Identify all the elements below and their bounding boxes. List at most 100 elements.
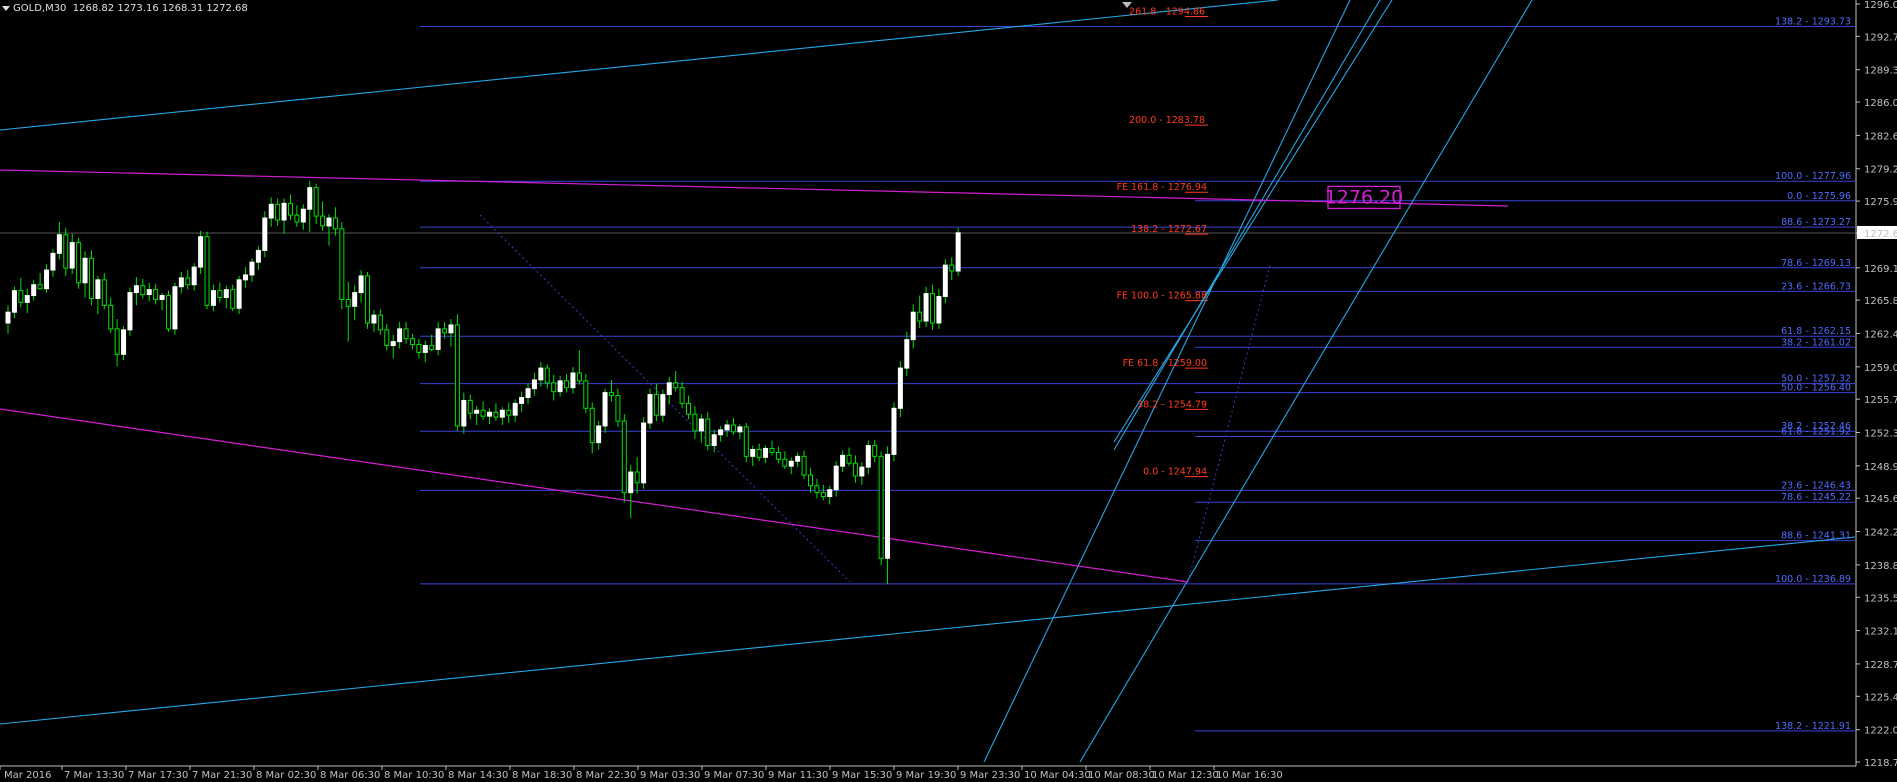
candle-body — [506, 409, 512, 416]
candle-body — [840, 454, 846, 467]
candle-body — [185, 277, 191, 286]
candle-body — [705, 418, 711, 447]
symbol-header: GOLD,M30 1268.82 1273.16 1268.31 1272.68 — [2, 3, 248, 14]
candle-body — [133, 285, 139, 294]
candle-body — [281, 202, 287, 221]
candle-body — [121, 329, 127, 355]
price-tick-label: 1286.03 — [1864, 98, 1897, 109]
fe-level-label: FE 100.0 - 1265.88 — [1117, 291, 1207, 302]
price-tick-label: 1252.33 — [1864, 429, 1897, 440]
candle-body — [531, 379, 537, 390]
price-tick-label: 1262.43 — [1864, 329, 1897, 340]
price-tick-label: 1279.23 — [1864, 165, 1897, 176]
candle-body — [435, 328, 441, 350]
candle-body — [750, 448, 756, 457]
candle-body — [865, 445, 871, 468]
candle-body — [448, 324, 454, 334]
candle-body — [551, 382, 557, 393]
price-tick-label: 1245.63 — [1864, 494, 1897, 505]
candle-body — [262, 217, 268, 251]
candle-body — [37, 284, 43, 290]
fib-level-label: 50.0 - 1256.40 — [1781, 383, 1851, 394]
candle-body — [474, 409, 480, 414]
candle-body — [499, 409, 505, 418]
candle-body — [153, 289, 159, 300]
candle-body — [801, 455, 807, 476]
candle-body — [724, 424, 730, 431]
candle-body — [538, 367, 544, 381]
candle-body — [454, 324, 460, 427]
price-tick-label: 1218.73 — [1864, 758, 1897, 769]
candle-body — [140, 285, 146, 296]
time-tick-label: 8 Mar 06:30 — [320, 770, 380, 781]
candle-body — [24, 295, 30, 303]
candle-body — [384, 329, 390, 347]
candle-body — [467, 399, 473, 414]
candle-body — [544, 367, 550, 384]
candle-body — [223, 289, 229, 298]
candle-body — [820, 492, 826, 498]
candle-body — [204, 236, 210, 306]
candle-body — [88, 257, 94, 299]
candle-body — [859, 466, 865, 477]
candle-body — [422, 345, 428, 353]
candle-body — [416, 344, 422, 353]
candle-body — [191, 266, 197, 286]
fib-level-label: 138.2 - 1221.91 — [1775, 721, 1851, 732]
symbol-label: GOLD,M30 — [13, 3, 67, 14]
candle-body — [358, 275, 364, 294]
candle-body — [525, 388, 531, 399]
candle-body — [352, 292, 358, 307]
price-chart[interactable]: 138.2 - 1293.73 100.0 - 1277.96 0.0 - 1275… — [0, 0, 1897, 782]
candle-body — [255, 249, 261, 263]
candle-body — [583, 380, 589, 409]
time-tick-label: 7 Mar 13:30 — [64, 770, 124, 781]
candle-body — [692, 413, 698, 432]
price-tick-label: 1242.23 — [1864, 528, 1897, 539]
candle-body — [166, 295, 171, 330]
time-tick-label: 10 Mar 12:30 — [1152, 770, 1219, 781]
candle-body — [365, 275, 371, 324]
fib-level-label: 88.6 - 1241.31 — [1781, 531, 1851, 542]
price-tick-label: 1275.93 — [1864, 197, 1897, 208]
candle-body — [461, 399, 467, 427]
candle-body — [955, 232, 961, 272]
chevron-down-icon[interactable] — [2, 5, 10, 11]
time-tick-label: 10 Mar 08:30 — [1088, 770, 1155, 781]
time-tick-label: 8 Mar 02:30 — [256, 770, 316, 781]
candle-body — [210, 290, 216, 306]
fib-level-label: 78.6 - 1245.22 — [1781, 492, 1851, 503]
candle-body — [878, 455, 884, 559]
time-tick-label: 8 Mar 18:30 — [512, 770, 572, 781]
ohlc-readout: 1268.82 1273.16 1268.31 1272.68 — [72, 3, 248, 14]
candle-body — [403, 328, 409, 340]
price-tick-label: 1292.73 — [1864, 32, 1897, 43]
candle-body — [56, 234, 62, 254]
candle-body — [5, 311, 11, 324]
candle-body — [487, 411, 492, 417]
fib-level-label: 100.0 - 1277.96 — [1775, 171, 1851, 182]
candle-body — [737, 426, 743, 433]
candle-body — [763, 448, 769, 458]
candle-body — [782, 458, 788, 467]
candle-body — [808, 474, 813, 487]
candle-body — [287, 202, 293, 216]
candle-body — [718, 429, 724, 436]
candle-body — [230, 289, 236, 309]
time-tick-label: 8 Mar 22:30 — [576, 770, 636, 781]
candle-body — [339, 228, 345, 300]
candle-body — [769, 448, 775, 453]
candle-body — [217, 290, 223, 298]
candle-body — [332, 217, 338, 230]
time-tick-label: 9 Mar 15:30 — [832, 770, 892, 781]
candle-body — [775, 451, 781, 460]
candle-body — [949, 264, 955, 272]
candle-body — [127, 292, 133, 331]
time-tick-label: 7 Mar 17:30 — [128, 770, 188, 781]
fib-level-label: 0.0 - 1275.96 — [1787, 191, 1851, 202]
candle-body — [172, 286, 178, 330]
time-tick-label: 8 Mar 10:30 — [384, 770, 444, 781]
candle-body — [660, 394, 666, 416]
candle-body — [31, 284, 37, 297]
candle-body — [345, 298, 351, 307]
